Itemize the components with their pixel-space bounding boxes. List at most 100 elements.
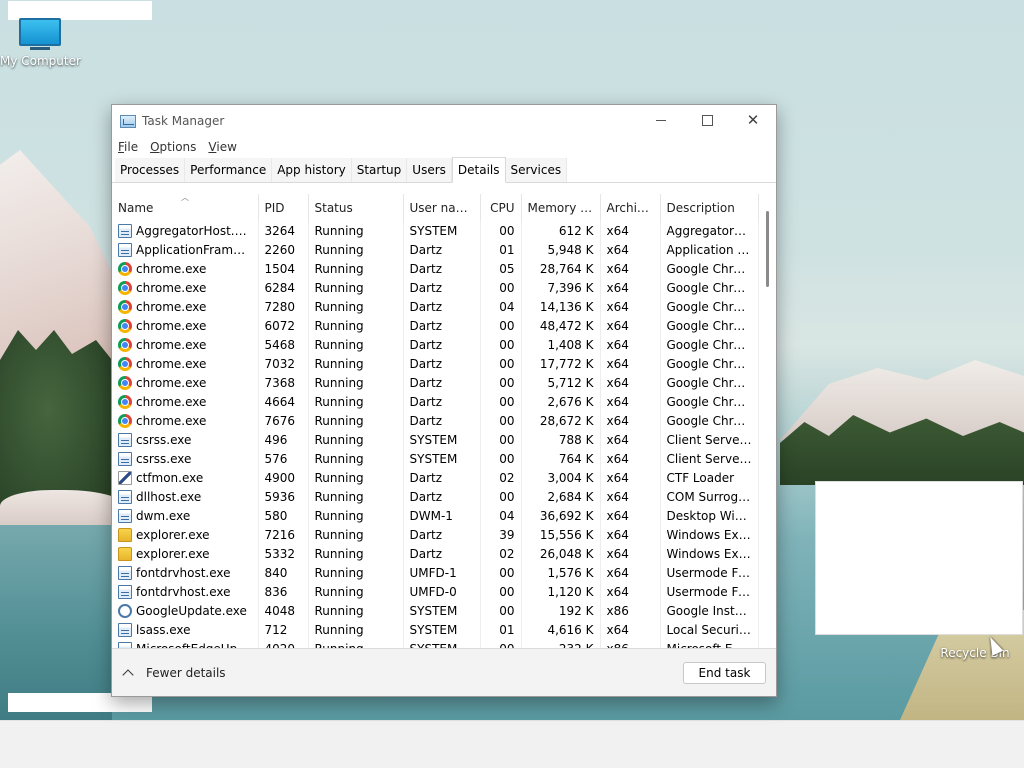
table-row[interactable]: chrome.exe 7032 Running Dartz 00 17,772 Kx64 G… [112,354,759,373]
cell-description: Usermode Fo... [660,563,759,582]
table-row[interactable]: AggregatorHost.exe 3264 Running SYSTEM 00 612… [112,221,759,240]
process-name-wrap: chrome.exe [118,280,252,295]
table-row[interactable]: chrome.exe 6072 Running Dartz 00 48,472 Kx64 G… [112,316,759,335]
cell-cpu: 00 [480,221,522,240]
cell-status: Running [308,430,404,449]
cell-name: csrss.exe [112,449,259,468]
cell-pid: 7216 [258,525,309,544]
cell-name: chrome.exe [112,335,259,354]
col-header-memory[interactable]: Memory (a... [521,194,601,221]
cell-name: explorer.exe [112,525,259,544]
table-row[interactable]: fontdrvhost.exe 836 Running UMFD-0 00 1,120 K… [112,582,759,601]
sort-up-icon: ︿ [181,193,189,202]
process-name: ctfmon.exe [136,470,204,485]
table-row[interactable]: MicrosoftEdgeUpdat...4020RunningSYSTEM00… [112,639,759,648]
cell-username: SYSTEM [403,620,481,639]
process-name-wrap: chrome.exe [118,337,252,352]
generic-process-icon [118,622,132,637]
col-header-description[interactable]: Description [660,194,759,221]
close-button[interactable]: ✕ [730,105,776,135]
table-row[interactable]: chrome.exe 7280 Running Dartz 04 14,136 Kx64 G… [112,297,759,316]
cell-status: Running [308,240,404,259]
menu-options[interactable]: Options [150,140,196,154]
table-row[interactable]: dwm.exe 580 Running DWM-1 04 36,692 Kx64 Deskt… [112,506,759,525]
col-header-username[interactable]: User name [403,194,481,221]
cell-architecture: x64 [600,316,661,335]
task-manager-window: Task Manager ✕ File Options View Process… [111,104,777,697]
cell-name: fontdrvhost.exe [112,563,259,582]
vertical-scrollbar[interactable] [762,205,774,645]
cell-username: Dartz [403,544,481,563]
cell-architecture: x64 [600,297,661,316]
tab-performance[interactable]: Performance [185,158,273,182]
cell-status: Running [308,544,404,563]
table-row[interactable]: chrome.exe 7368 Running Dartz 00 5,712 Kx64 Go… [112,373,759,392]
table-row[interactable]: explorer.exe 5332 Running Dartz 02 26,048 Kx6… [112,544,759,563]
cell-status: Running [308,525,404,544]
chevron-up-icon[interactable] [122,668,134,681]
chrome-process-icon [118,375,132,390]
table-row[interactable]: chrome.exe 7676 Running Dartz 00 28,672 Kx64 G… [112,411,759,430]
col-header-pid[interactable]: PID [258,194,309,221]
tab-details[interactable]: Details [451,157,506,183]
table-row[interactable]: dllhost.exe 5936 Running Dartz 00 2,684 Kx64 C… [112,487,759,506]
cell-pid: 5332 [258,544,309,563]
menu-file[interactable]: File [118,140,138,154]
tab-users[interactable]: Users [407,158,452,182]
end-task-button[interactable]: End task [683,662,766,684]
cell-status: Running [308,335,404,354]
cell-status: Running [308,297,404,316]
table-row[interactable]: csrss.exe 496 Running SYSTEM 00 788 Kx64 Clien… [112,430,759,449]
scrollbar-thumb[interactable] [766,211,769,287]
table-row[interactable]: chrome.exe 4664 Running Dartz 00 2,676 Kx64 Go… [112,392,759,411]
table-header-row: Name PID Status User name CPU Memory (a.… [112,194,759,221]
table-row[interactable]: explorer.exe 7216 Running Dartz 39 15,556 Kx6… [112,525,759,544]
cell-cpu: 00 [480,335,522,354]
process-name: lsass.exe [136,622,191,637]
cell-description: Application F... [660,240,759,259]
table-row[interactable]: lsass.exe 712 Running SYSTEM 01 4,616 Kx64 Loc… [112,620,759,639]
col-header-cpu[interactable]: CPU [480,194,522,221]
cell-status: Running [308,620,404,639]
cell-cpu: 05 [480,259,522,278]
table-row[interactable]: fontdrvhost.exe 840 Running UMFD-1 00 1,576 K… [112,563,759,582]
tab-startup[interactable]: Startup [351,158,408,182]
title-bar[interactable]: Task Manager ✕ [112,105,776,137]
col-header-status[interactable]: Status [308,194,404,221]
folder-process-icon [118,527,132,542]
cell-cpu: 00 [480,449,522,468]
tab-processes[interactable]: Processes [115,158,186,182]
cell-cpu: 00 [480,354,522,373]
desktop-icon-recycle-bin[interactable]: Recycle Bin [930,646,1020,660]
tab-services[interactable]: Services [505,158,568,182]
generic-process-icon [118,489,132,504]
cell-architecture: x64 [600,430,661,449]
cell-architecture: x64 [600,278,661,297]
maximize-button[interactable] [684,105,730,135]
cell-description: Local Security... [660,620,759,639]
cell-cpu: 00 [480,392,522,411]
col-header-architecture[interactable]: Archite... [600,194,661,221]
cell-status: Running [308,563,404,582]
cell-architecture: x64 [600,240,661,259]
minimize-button[interactable] [638,105,684,135]
tab-app-history[interactable]: App history [272,158,352,182]
table-row[interactable]: ApplicationFrameHo... 2260RunningDartz015… [112,240,759,259]
menu-view[interactable]: View [208,140,236,154]
desktop-icon-my-computer[interactable]: My Computer [0,18,81,68]
cell-description: Google Chro... [660,373,759,392]
cell-description: Client Server ... [660,449,759,468]
table-row[interactable]: chrome.exe 1504 Running Dartz 05 28,764 Kx64 G… [112,259,759,278]
cell-username: Dartz [403,487,481,506]
table-row[interactable]: ctfmon.exe 4900 Running Dartz 02 3,004 Kx64 CT… [112,468,759,487]
cell-memory: 17,772 K [521,354,601,373]
fewer-details-link[interactable]: Fewer details [146,666,226,680]
cell-pid: 4020 [258,639,309,648]
table-row[interactable]: chrome.exe 6284 Running Dartz 00 7,396 Kx64 Go… [112,278,759,297]
process-name: chrome.exe [136,394,207,409]
table-row[interactable]: chrome.exe 5468 Running Dartz 00 1,408 Kx64 Go… [112,335,759,354]
cell-pid: 4900 [258,468,309,487]
table-row[interactable]: GoogleUpdate.exe 4048 Running SYSTEM 00 192 K… [112,601,759,620]
table-row[interactable]: csrss.exe 576 Running SYSTEM 00 764 Kx64 Clien… [112,449,759,468]
generic-process-icon [118,565,132,580]
